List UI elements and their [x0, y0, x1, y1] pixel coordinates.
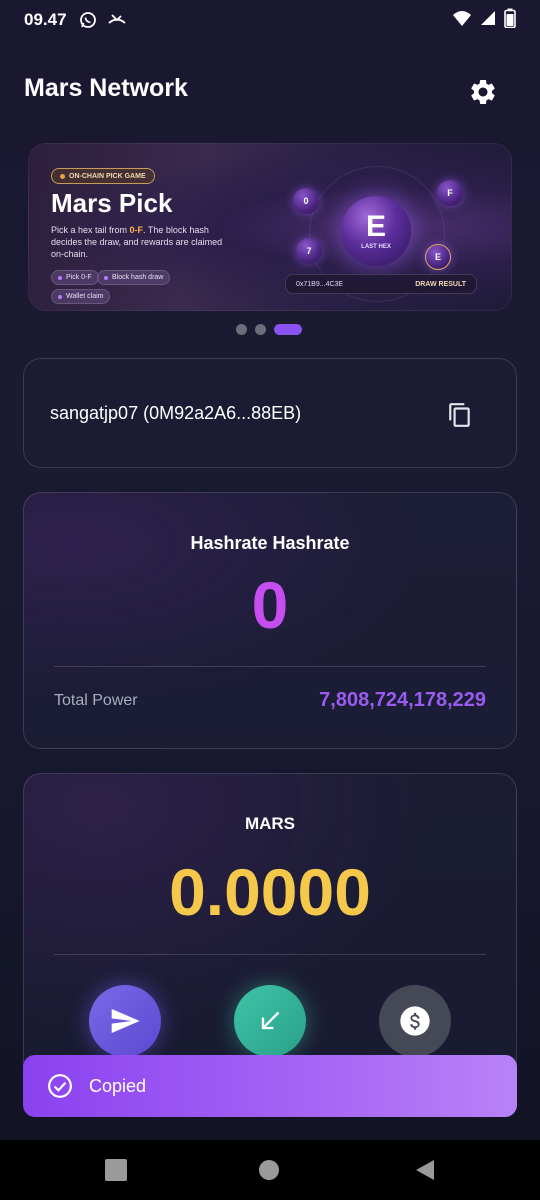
chip-dot-icon [58, 294, 62, 299]
chip-pick: Pick 0-F [51, 270, 99, 285]
copied-toast: Copied [23, 1055, 517, 1117]
banner-desc-highlight: 0-F [129, 225, 144, 235]
wifi-icon [452, 9, 472, 32]
mars-balance-card: MARS 0.0000 [23, 773, 517, 1093]
buy-button[interactable] [379, 985, 451, 1057]
banner-title: Mars Pick [51, 188, 173, 218]
status-right [452, 8, 516, 33]
page-title: Mars Network [24, 74, 188, 102]
mars-balance: 0.0000 [169, 855, 371, 929]
last-hex-label: LAST HEX [361, 244, 391, 250]
battery-icon [504, 8, 516, 33]
settings-button[interactable] [466, 75, 500, 109]
carousel-dot[interactable] [255, 324, 266, 335]
send-button[interactable] [89, 985, 161, 1057]
missed-call-icon [107, 11, 127, 29]
divider [54, 954, 486, 955]
hashrate-title: Hashrate Hashrate [190, 533, 350, 553]
back-icon [416, 1160, 434, 1180]
hashrate-card: Hashrate Hashrate 0 Total Power 7,808,72… [23, 492, 517, 749]
chip-label: Block hash draw [112, 274, 164, 281]
carousel-dot[interactable] [236, 324, 247, 335]
banner-description: Pick a hex tail from 0-F. The block hash… [51, 224, 229, 260]
recent-apps-icon [105, 1159, 127, 1181]
whatsapp-icon [79, 11, 97, 29]
chip-wallet-claim: Wallet claim [51, 289, 111, 304]
banner-tag-label: ON-CHAIN PICK GAME [69, 172, 146, 180]
signal-icon [480, 10, 496, 31]
chip-label: Wallet claim [66, 293, 104, 300]
draw-result-label: DRAW RESULT [415, 280, 466, 288]
gear-icon [471, 80, 495, 104]
home-button[interactable] [258, 1159, 280, 1186]
divider [54, 666, 486, 667]
mars-pick-banner[interactable]: ON-CHAIN PICK GAME Mars Pick Pick a hex … [28, 143, 512, 311]
carousel-dot-active[interactable] [274, 324, 302, 335]
carousel-indicator [236, 324, 302, 335]
wallet-address: sangatjp07 (0M92a2A6...88EB) [50, 403, 302, 423]
check-circle-icon [48, 1074, 72, 1098]
tag-dot-icon [60, 173, 65, 179]
hex-orb: 7 [296, 238, 322, 264]
hex-orb: 0 [293, 188, 319, 214]
recent-apps-button[interactable] [105, 1159, 127, 1186]
chip-label: Pick 0-F [66, 274, 92, 281]
last-hex-orb: E LAST HEX [341, 196, 411, 266]
hash-bar: 0x71B9...4C3E DRAW RESULT [285, 274, 477, 294]
receive-button[interactable] [234, 985, 306, 1057]
send-icon [111, 1009, 140, 1033]
total-power-value: 7,808,724,178,229 [319, 689, 486, 711]
status-time: 09.47 [24, 10, 67, 29]
hex-orb: E [425, 244, 451, 270]
mars-title: MARS [244, 814, 296, 833]
wallet-card: sangatjp07 (0M92a2A6...88EB) [23, 358, 517, 468]
toast-message: Copied [89, 1075, 147, 1096]
hash-text: 0x71B9...4C3E [296, 280, 344, 288]
chip-dot-icon [58, 275, 62, 280]
back-button[interactable] [414, 1159, 436, 1186]
receive-icon [261, 1011, 280, 1030]
last-hex-letter: E [365, 210, 386, 243]
chip-block-hash: Block hash draw [97, 270, 171, 285]
system-nav-bar [0, 1140, 540, 1200]
total-power-label: Total Power [54, 692, 138, 709]
home-icon [259, 1160, 279, 1180]
status-bar: 09.47 [0, 0, 540, 40]
hashrate-value: 0 [251, 568, 289, 642]
copy-icon [449, 403, 470, 427]
copy-button[interactable] [444, 399, 476, 431]
dollar-icon [400, 1006, 430, 1036]
chip-dot-icon [104, 275, 108, 280]
banner-tag: ON-CHAIN PICK GAME [51, 168, 155, 184]
banner-desc-pre: Pick a hex tail from [51, 225, 130, 235]
hex-orb: F [437, 180, 463, 206]
